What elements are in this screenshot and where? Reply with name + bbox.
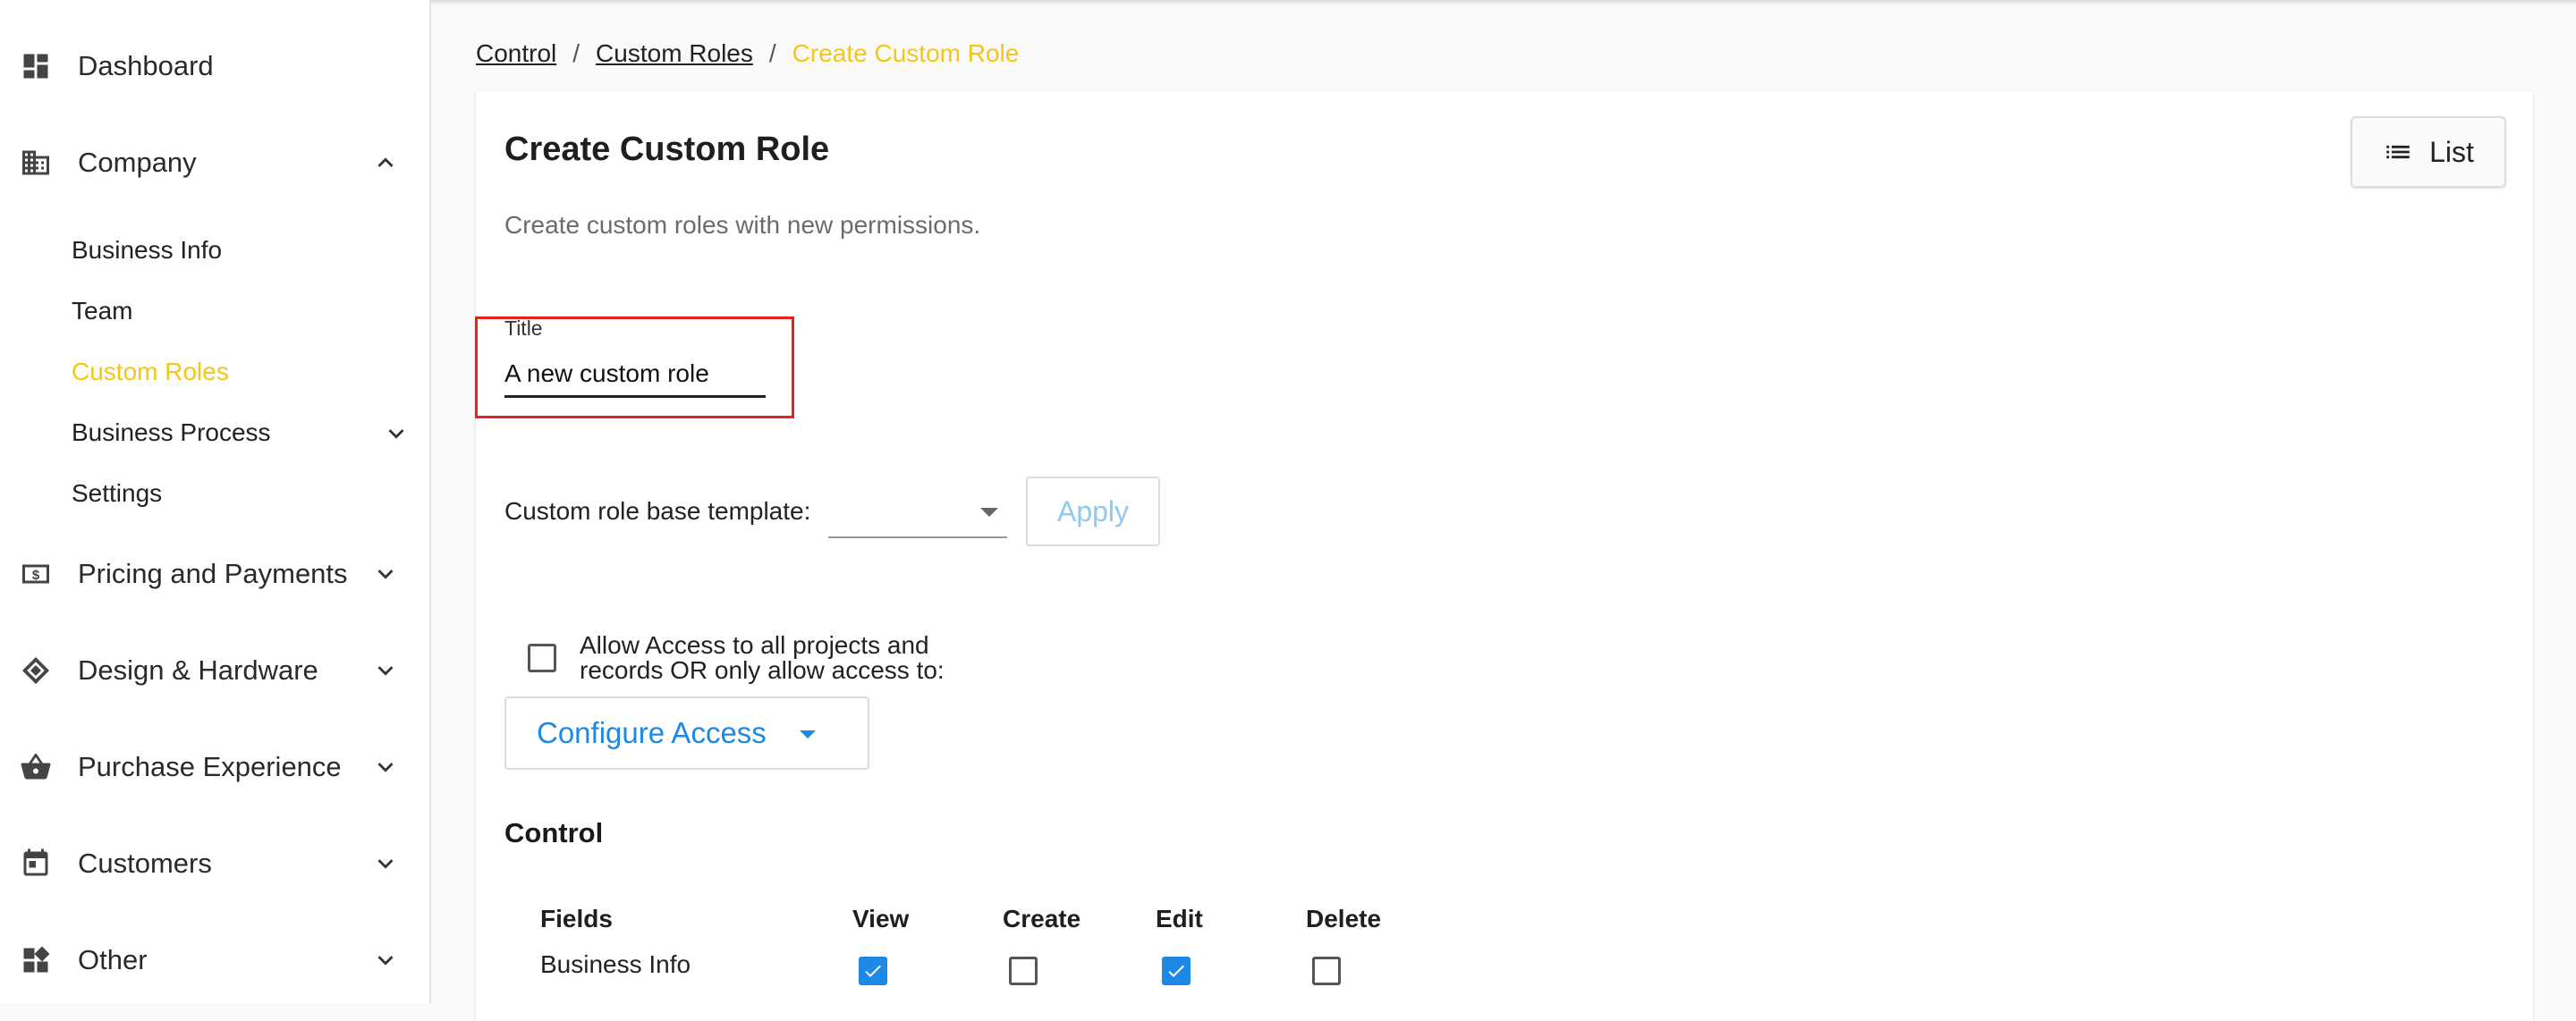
apply-button[interactable]: Apply: [1026, 477, 1160, 546]
template-select[interactable]: [828, 485, 1007, 538]
widgets-icon: [23, 946, 50, 973]
view-checkbox[interactable]: [859, 957, 887, 985]
list-button[interactable]: List: [2351, 116, 2506, 188]
list-button-label: List: [2429, 135, 2474, 168]
sidebar-item-customers[interactable]: Customers: [0, 844, 429, 883]
title-field-label: Title: [504, 316, 543, 340]
check-icon: [1168, 965, 1184, 977]
sidebar-subitem-custom-roles[interactable]: Custom Roles: [72, 358, 229, 386]
chevron-down-icon: [377, 763, 394, 772]
configure-access-label: Configure Access: [537, 716, 767, 749]
sidebar-item-dashboard[interactable]: Dashboard: [0, 46, 429, 86]
sidebar-item-label: Design & Hardware: [78, 654, 318, 686]
sidebar-subitem-settings[interactable]: Settings: [72, 479, 162, 508]
money-icon: $: [22, 564, 49, 584]
template-label: Custom role base template:: [504, 497, 811, 525]
breadcrumb-current: Create Custom Role: [792, 39, 1020, 67]
basket-icon: [21, 754, 51, 780]
list-icon: [2386, 145, 2410, 159]
access-checkbox-label: Allow Access to all projects and records…: [580, 631, 945, 684]
sidebar-item-label: Dashboard: [78, 50, 214, 81]
sidebar-item-label: Pricing and Payments: [78, 558, 348, 589]
chevron-up-icon: [377, 157, 394, 167]
svg-text:$: $: [32, 568, 40, 583]
row-field-name: Business Info: [540, 950, 691, 978]
sidebar-subitem-business-process[interactable]: Business Process: [72, 418, 271, 447]
calendar-icon: [23, 848, 48, 876]
sidebar-item-purchase[interactable]: Purchase Experience: [0, 747, 429, 787]
business-icon: [22, 150, 49, 175]
chevron-down-icon: [377, 956, 394, 966]
create-checkbox[interactable]: [1009, 957, 1038, 985]
sidebar-item-label: Company: [78, 147, 197, 178]
sidebar-item-company[interactable]: Company: [0, 143, 429, 182]
chevron-down-icon[interactable]: [381, 418, 411, 449]
breadcrumb-link-control[interactable]: Control: [476, 39, 556, 68]
column-header-edit: Edit: [1156, 905, 1203, 932]
title-input[interactable]: [504, 352, 766, 398]
breadcrumb-separator: /: [572, 39, 580, 67]
sidebar-item-label: Customers: [78, 848, 212, 879]
dashboard-icon: [23, 54, 48, 79]
column-header-create: Create: [1003, 905, 1081, 932]
sidebar-item-other[interactable]: Other: [0, 941, 429, 980]
sidebar-item-pricing[interactable]: $ Pricing and Payments: [0, 554, 429, 594]
edit-checkbox[interactable]: [1162, 957, 1191, 985]
section-title-control: Control: [504, 817, 604, 848]
check-icon: [865, 965, 881, 977]
breadcrumb-link-custom-roles[interactable]: Custom Roles: [596, 39, 753, 68]
delete-checkbox[interactable]: [1312, 957, 1341, 985]
column-header-view: View: [852, 905, 910, 932]
sidebar-item-label: Purchase Experience: [78, 751, 342, 782]
sidebar-subitem-team[interactable]: Team: [72, 297, 132, 325]
dropdown-arrow-icon: [980, 508, 998, 517]
column-header-delete: Delete: [1306, 905, 1382, 932]
access-checkbox[interactable]: [528, 644, 556, 672]
dropdown-arrow-icon: [800, 730, 816, 738]
chevron-down-icon: [377, 666, 394, 676]
chevron-down-icon: [377, 859, 394, 869]
sidebar-subitem-business-info[interactable]: Business Info: [72, 236, 222, 265]
sidebar-item-design[interactable]: Design & Hardware: [0, 651, 429, 690]
breadcrumb: Control / Custom Roles / Create Custom R…: [476, 39, 1019, 68]
breadcrumb-separator: /: [768, 39, 776, 67]
page-title: Create Custom Role: [504, 131, 830, 168]
design-icon: [22, 657, 49, 684]
chevron-down-icon: [377, 570, 394, 579]
sidebar: Dashboard Company Business Info Team Cus…: [0, 0, 431, 1003]
page-subtitle: Create custom roles with new permissions…: [504, 211, 981, 239]
configure-access-button[interactable]: Configure Access: [504, 696, 869, 770]
sidebar-item-label: Other: [78, 944, 148, 975]
column-header-fields: Fields: [540, 905, 613, 932]
